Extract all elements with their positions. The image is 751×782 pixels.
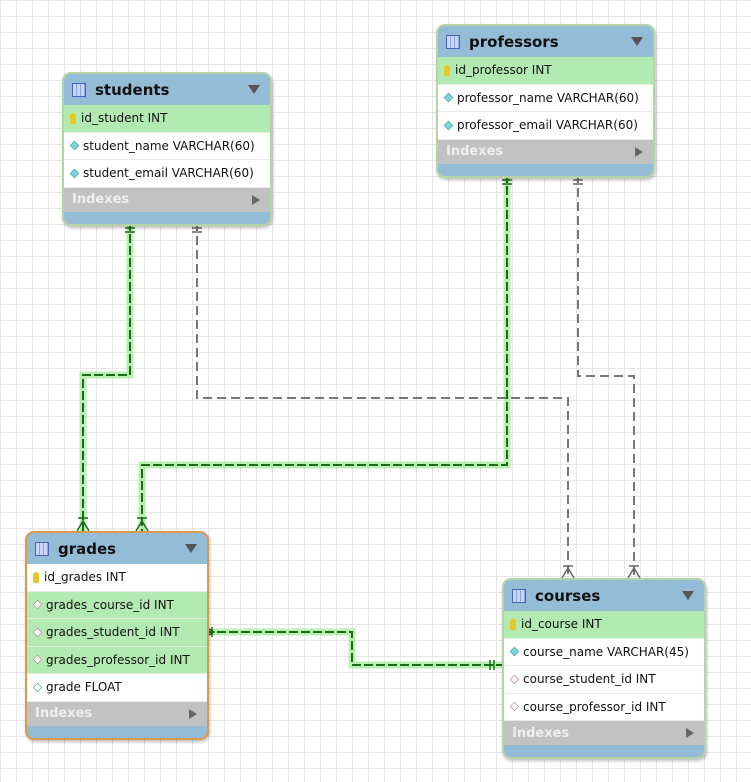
column-row[interactable]: course_name VARCHAR(45) [504, 638, 704, 666]
column-label: id_student INT [81, 111, 168, 126]
column-row[interactable]: grades_course_id INT [27, 591, 207, 619]
table-name: courses [535, 586, 601, 605]
column-row[interactable]: id_course INT [504, 611, 704, 639]
table-icon [512, 588, 526, 603]
collapse-triangle-icon[interactable] [631, 37, 643, 46]
expand-arrow-icon[interactable] [252, 194, 260, 205]
table-icon [35, 541, 49, 556]
expand-arrow-icon[interactable] [635, 146, 643, 157]
column-label: student_email VARCHAR(60) [83, 166, 254, 181]
column-label: professor_email VARCHAR(60) [457, 118, 638, 133]
table-courses[interactable]: courses id_course INT course_name VARCHAR(… [502, 578, 706, 759]
table-name: students [95, 80, 170, 99]
indexes-label: Indexes [512, 725, 570, 741]
rel-grades-courses-glow [205, 628, 502, 669]
column-row[interactable]: id_student INT [64, 105, 270, 133]
table-footer [504, 745, 704, 757]
column-row[interactable]: student_email VARCHAR(60) [64, 160, 270, 188]
table-header[interactable]: students [64, 74, 270, 105]
column-row[interactable]: grades_student_id INT [27, 619, 207, 647]
collapse-triangle-icon[interactable] [682, 591, 694, 600]
rel-students-courses[interactable] [196, 222, 569, 578]
foreign-key-diamond-icon [509, 674, 520, 685]
table-grades[interactable]: grades id_grades INT grades_course_id INT g… [25, 531, 209, 740]
indexes-section[interactable]: Indexes [438, 139, 653, 164]
table-students[interactable]: students id_student INT student_name VARCH… [62, 72, 272, 226]
rel-students-grades-glow [79, 222, 134, 531]
column-diamond-icon [69, 140, 80, 151]
foreign-key-diamond-icon [32, 627, 43, 638]
column-label: id_grades INT [44, 570, 126, 585]
rel-professors-courses[interactable] [577, 174, 635, 578]
column-label: course_professor_id INT [523, 699, 666, 714]
expand-arrow-icon[interactable] [189, 708, 197, 719]
column-row[interactable]: id_grades INT [27, 564, 207, 592]
column-label: id_professor INT [455, 63, 552, 78]
column-row[interactable]: professor_email VARCHAR(60) [438, 112, 653, 140]
column-label: course_name VARCHAR(45) [523, 644, 689, 659]
table-icon [72, 82, 86, 97]
table-professors[interactable]: professors id_professor INT professor_name… [436, 24, 655, 178]
column-label: professor_name VARCHAR(60) [457, 90, 639, 105]
column-row[interactable]: course_professor_id INT [504, 693, 704, 721]
indexes-label: Indexes [446, 144, 504, 159]
table-header[interactable]: professors [438, 26, 653, 57]
column-label: grades_course_id INT [46, 597, 174, 612]
indexes-section[interactable]: Indexes [504, 721, 704, 745]
foreign-key-diamond-icon [32, 654, 43, 665]
column-label: grades_student_id INT [46, 625, 180, 640]
indexes-label: Indexes [72, 192, 130, 207]
column-label: id_course INT [521, 617, 602, 632]
expand-arrow-icon[interactable] [686, 728, 694, 738]
column-diamond-icon [69, 168, 80, 179]
table-icon [446, 34, 460, 49]
table-name: grades [58, 539, 117, 558]
primary-key-icon [33, 571, 39, 583]
column-row[interactable]: course_student_id INT [504, 666, 704, 694]
column-label: student_name VARCHAR(60) [83, 138, 255, 153]
column-row[interactable]: grade FLOAT [27, 674, 207, 702]
collapse-triangle-icon[interactable] [248, 85, 260, 94]
primary-key-icon [70, 112, 76, 124]
foreign-key-diamond-icon [509, 701, 520, 712]
column-row[interactable]: student_name VARCHAR(60) [64, 132, 270, 160]
column-label: grade FLOAT [46, 680, 122, 695]
column-diamond-icon [509, 646, 520, 657]
column-row[interactable]: professor_name VARCHAR(60) [438, 84, 653, 112]
table-footer [64, 212, 270, 224]
primary-key-icon [444, 64, 450, 76]
collapse-triangle-icon[interactable] [185, 544, 197, 553]
table-header[interactable]: courses [504, 580, 704, 611]
column-diamond-icon [443, 92, 454, 103]
primary-key-icon [510, 618, 516, 630]
table-footer [438, 164, 653, 176]
column-label: grades_professor_id INT [46, 652, 190, 667]
nullable-diamond-icon [32, 682, 43, 693]
indexes-section[interactable]: Indexes [64, 187, 270, 212]
indexes-section[interactable]: Indexes [27, 701, 207, 726]
column-diamond-icon [443, 120, 454, 131]
column-label: course_student_id INT [523, 672, 656, 687]
column-row[interactable]: grades_professor_id INT [27, 646, 207, 674]
table-name: professors [469, 32, 559, 51]
column-row[interactable]: id_professor INT [438, 57, 653, 85]
indexes-label: Indexes [35, 706, 93, 721]
foreign-key-diamond-icon [32, 599, 43, 610]
table-footer [27, 726, 207, 738]
table-header[interactable]: grades [27, 533, 207, 564]
